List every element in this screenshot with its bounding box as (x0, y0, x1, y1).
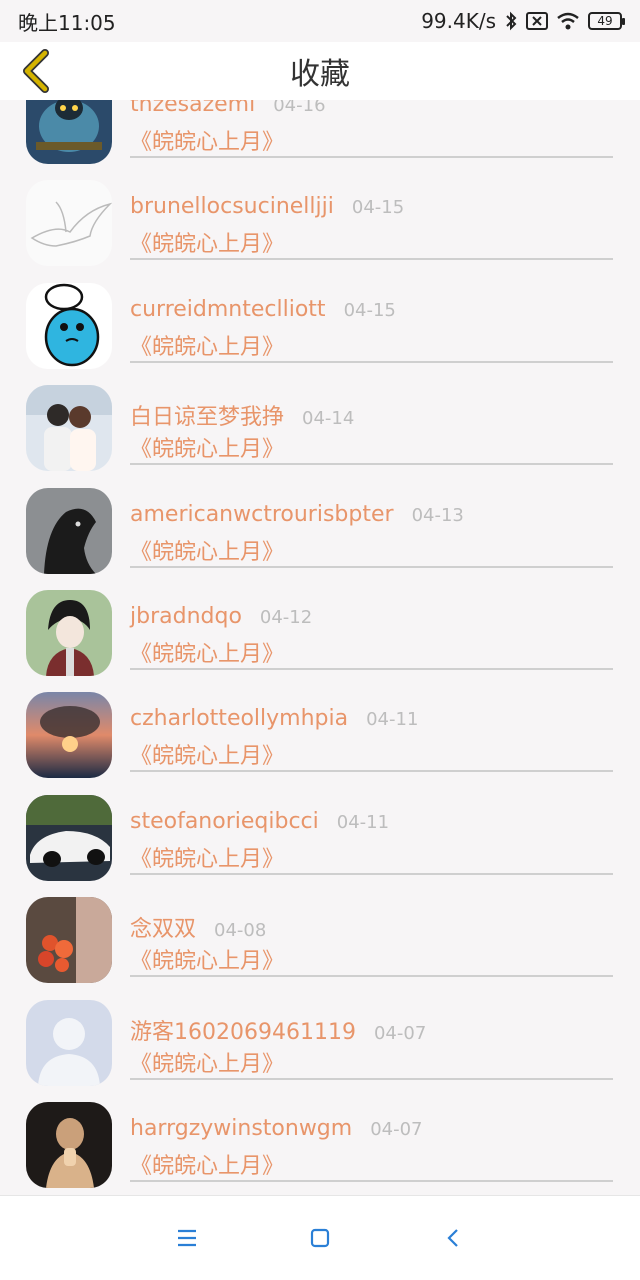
divider (130, 872, 613, 875)
favorites-list[interactable]: thzesazemi 04-16 《皖皖心上月》 brunellocsucinel… (0, 100, 640, 1195)
date: 04-11 (366, 709, 419, 731)
username: jbradndqo 04-12 (130, 603, 313, 629)
page-title: 收藏 (290, 57, 350, 92)
username: 白日谅至梦我挣 04-14 (130, 405, 355, 431)
divider (130, 1179, 613, 1182)
avatar (26, 897, 112, 984)
nav-home-button[interactable] (295, 1213, 345, 1263)
divider (130, 463, 613, 466)
nav-menu-button[interactable] (162, 1213, 212, 1263)
book-title[interactable]: 《皖皖心上月》 (130, 226, 284, 258)
username: harrgzywinstonwgm 04-07 (130, 1115, 423, 1141)
book-title[interactable]: 《皖皖心上月》 (130, 534, 284, 566)
book-title[interactable]: 《皖皖心上月》 (130, 431, 284, 463)
battery-icon: 49 (588, 12, 625, 30)
username: curreidmnteclliott 04-15 (130, 296, 396, 322)
date: 04-14 (302, 408, 355, 430)
back-button[interactable] (14, 48, 58, 94)
list-item[interactable]: harrgzywinstonwgm 04-07 《皖皖心上月》 (0, 1101, 640, 1195)
net-speed: 99.4K/s (421, 9, 496, 33)
date: 04-15 (343, 299, 396, 321)
menu-icon (177, 1229, 196, 1247)
username: steofanorieqibcci 04-11 (130, 808, 390, 834)
book-title[interactable]: 《皖皖心上月》 (130, 943, 284, 975)
home-square-icon (310, 1228, 330, 1248)
bluetooth-icon (504, 11, 518, 31)
divider (130, 770, 613, 773)
avatar (26, 180, 112, 267)
avatar (26, 282, 112, 369)
date: 04-12 (259, 606, 313, 628)
book-title[interactable]: 《皖皖心上月》 (130, 738, 284, 770)
book-title[interactable]: 《皖皖心上月》 (130, 329, 284, 361)
avatar (26, 999, 112, 1086)
sim-off-icon (526, 12, 548, 30)
date: 04-16 (273, 100, 326, 116)
avatar (26, 589, 112, 676)
date: 04-08 (214, 920, 267, 942)
divider (130, 667, 613, 670)
avatar (26, 487, 112, 574)
status-bar: 晚上11:05 99.4K/s 49 (0, 0, 640, 42)
avatar (26, 794, 112, 881)
book-title[interactable]: 《皖皖心上月》 (130, 124, 284, 156)
avatar (26, 100, 112, 164)
back-arrow-icon (447, 1229, 459, 1247)
status-right: 99.4K/s 49 (421, 9, 625, 33)
status-time: 晚上11:05 (18, 10, 116, 35)
avatar (26, 1101, 112, 1188)
book-title[interactable]: 《皖皖心上月》 (130, 1148, 284, 1180)
favorites-list-inner: thzesazemi 04-16 《皖皖心上月》 brunellocsucinel… (0, 100, 640, 1195)
username: czharlotteollymhpia 04-11 (130, 706, 419, 732)
divider (130, 1077, 613, 1080)
username: 念双双 04-08 (130, 917, 267, 943)
divider (130, 360, 613, 363)
chevron-left-icon (23, 49, 49, 93)
avatar (26, 385, 112, 472)
book-title[interactable]: 《皖皖心上月》 (130, 636, 284, 668)
username: brunellocsucinellj‌ji 04-15 (130, 194, 405, 220)
date: 04-15 (351, 197, 405, 219)
divider (130, 156, 613, 158)
nav-back-button[interactable] (428, 1213, 478, 1263)
wifi-icon (556, 12, 580, 30)
divider (130, 565, 613, 568)
username: americanwctrourisbpter 04-13 (130, 501, 464, 527)
header: 收藏 (0, 42, 640, 100)
avatar (26, 692, 112, 779)
username: thzesazemi 04-16 (130, 100, 326, 117)
date: 04-07 (370, 1118, 423, 1140)
navigation-bar (0, 1195, 640, 1280)
book-title[interactable]: 《皖皖心上月》 (130, 841, 284, 873)
date: 04-11 (336, 811, 390, 833)
date: 04-13 (411, 504, 464, 526)
divider (130, 258, 613, 261)
book-title[interactable]: 《皖皖心上月》 (130, 1046, 284, 1078)
username: 游客1602069461119 04-07 (130, 1019, 427, 1045)
divider (130, 975, 613, 978)
date: 04-07 (373, 1022, 427, 1044)
